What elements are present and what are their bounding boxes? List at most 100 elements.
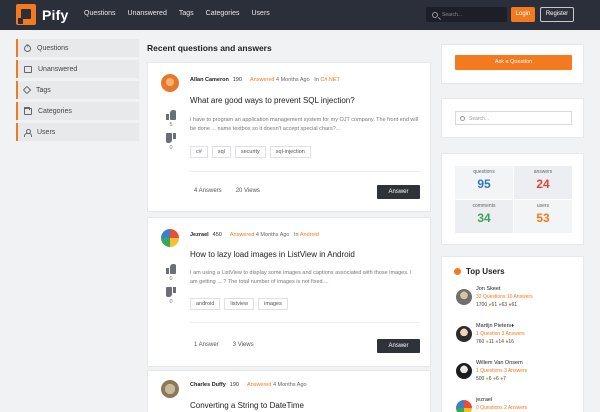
question-meta: Charles Duffy 190 Answered 4 Months Ago [190, 382, 307, 388]
logo-icon [16, 4, 36, 25]
top-user-activity: 0 Questions 2 Answers [476, 405, 528, 411]
category-link[interactable]: Android [300, 232, 319, 238]
upvote-icon[interactable] [166, 264, 176, 274]
top-user-name[interactable]: Willem Van Onsem [476, 360, 523, 366]
top-user-badges: 1700 ●61 ●63 ●61 [476, 302, 517, 308]
stat-label: answers [533, 169, 553, 175]
top-user-activity: 1 Questions 3 Answers [476, 368, 528, 374]
question-title[interactable]: How to lazy load images in ListView in A… [190, 250, 355, 259]
bronze-count: 61 [511, 302, 518, 308]
tag[interactable]: listview [224, 298, 255, 310]
avatar[interactable] [456, 363, 472, 379]
downvote-count: 0 [169, 145, 173, 151]
question-card: Charles Duffy 190 Answered 4 Months Ago Co… [147, 370, 431, 412]
avatar[interactable] [456, 326, 472, 342]
question-icon [24, 44, 31, 52]
nav-categories[interactable]: Categories [206, 10, 240, 17]
top-user-item[interactable]: Martijn Pieters♦ 1 Question 3 Answers 76… [454, 323, 579, 349]
top-user-item[interactable]: Willem Van Onsem 1 Questions 3 Answers 5… [454, 360, 579, 386]
vote-panel: 5 0 [164, 110, 178, 156]
question-excerpt: I have to program an application managem… [190, 117, 419, 132]
stat-label: questions [473, 169, 495, 175]
view-count: 20 Views [235, 188, 260, 194]
top-user-name[interactable]: jezrael [476, 397, 492, 403]
question-time: 4 Months Ago [272, 382, 307, 388]
downvote-count: 0 [169, 299, 173, 305]
tag[interactable]: c# [190, 146, 208, 158]
login-button[interactable]: Login [511, 7, 535, 22]
gold-count: 6 [488, 376, 492, 382]
sidebar-item-label: Questions [37, 44, 69, 52]
bronze-count: 16 [508, 339, 514, 345]
sidebar-item-unanswered[interactable]: Unanswered [16, 60, 139, 78]
stat-value: 24 [536, 177, 550, 191]
logo-text: Pify [42, 6, 69, 23]
tag-icon [22, 85, 32, 95]
author-name[interactable]: Charles Duffy [190, 382, 226, 388]
top-user-name[interactable]: Martijn Pieters♦ [476, 323, 514, 329]
sidebar-search-input[interactable]: Search... [455, 111, 572, 125]
nav-users[interactable]: Users [252, 10, 270, 17]
avatar[interactable] [161, 380, 179, 398]
author-name[interactable]: Jezrael [190, 232, 209, 238]
vote-panel: 0 0 [164, 264, 178, 310]
tag[interactable]: sql [211, 146, 231, 158]
avatar[interactable] [161, 229, 179, 247]
nav-tags[interactable]: Tags [179, 10, 194, 17]
ask-question-button[interactable]: Ask a Question [455, 55, 572, 70]
downvote-icon[interactable] [166, 133, 176, 143]
tag[interactable]: security [234, 146, 266, 158]
nav-unanswered[interactable]: Unanswered [128, 10, 167, 17]
tag[interactable]: sql-injection [269, 146, 311, 158]
stat-label: users [536, 203, 550, 209]
downvote-icon[interactable] [166, 287, 176, 297]
top-user-badges: 760 ●11 ●14 ●16 [476, 339, 514, 345]
register-button[interactable]: Register [540, 7, 574, 22]
sidebar-item-tags[interactable]: Tags [16, 81, 139, 99]
in-label: In [314, 77, 319, 83]
answered-label: Answered [246, 382, 272, 388]
answer-count: 4 Answers [194, 188, 222, 194]
question-title[interactable]: Converting a String to DateTime [190, 401, 304, 410]
top-users-heading: Top Users [454, 267, 505, 276]
tag[interactable]: android [190, 298, 221, 310]
top-user-activity: 32 Questions 10 Answers [476, 294, 533, 300]
stat-answers: answers 24 [514, 166, 572, 199]
category-link[interactable]: C#.NET [320, 77, 340, 83]
logo[interactable]: Pify [16, 4, 68, 25]
question-title[interactable]: What are good ways to prevent SQL inject… [190, 96, 355, 105]
sidebar-search-panel: Search... [441, 98, 584, 138]
top-user-item[interactable]: jezrael 0 Questions 2 Answers [454, 397, 579, 412]
upvote-icon[interactable] [166, 110, 176, 120]
avatar[interactable] [456, 400, 472, 412]
top-user-item[interactable]: Jon Skeet 32 Questions 10 Answers 1700 ●… [454, 286, 579, 312]
tag-list: c# sql security sql-injection [190, 146, 311, 158]
answered-label: Answered [229, 232, 255, 238]
header-search-input[interactable]: Search... [426, 7, 507, 22]
silver-count: 63 [501, 302, 508, 308]
divider [190, 322, 420, 323]
sidebar-item-questions[interactable]: Questions [16, 39, 139, 57]
sidebar: Questions Unanswered Tags Categories Use… [16, 39, 139, 144]
stats-panel: questions 95 answers 24 comments 34 user… [441, 153, 584, 245]
tag[interactable]: images [258, 298, 288, 310]
bronze-count: 7 [503, 376, 506, 382]
main-nav: Questions Unanswered Tags Categories Use… [84, 10, 282, 17]
view-count: 3 Views [232, 342, 254, 348]
upvote-count: 0 [169, 276, 173, 282]
sidebar-item-users[interactable]: Users [16, 123, 139, 141]
avatar[interactable] [161, 74, 179, 92]
sidebar-item-label: Categories [38, 107, 72, 115]
sidebar-item-categories[interactable]: Categories [16, 102, 139, 120]
top-navbar: Pify Questions Unanswered Tags Categorie… [0, 0, 600, 30]
question-stats: 1 Answer 3 Views [194, 342, 254, 348]
top-user-name[interactable]: Jon Skeet [476, 286, 500, 292]
avatar[interactable] [456, 289, 472, 305]
answer-button[interactable]: Answer [377, 339, 420, 353]
author-name[interactable]: Allan Cameron [190, 77, 229, 83]
sidebar-item-label: Tags [36, 86, 51, 94]
answer-button[interactable]: Answer [377, 185, 420, 199]
gold-count: 61 [491, 302, 498, 308]
nav-questions[interactable]: Questions [84, 10, 116, 17]
divider [190, 171, 420, 172]
